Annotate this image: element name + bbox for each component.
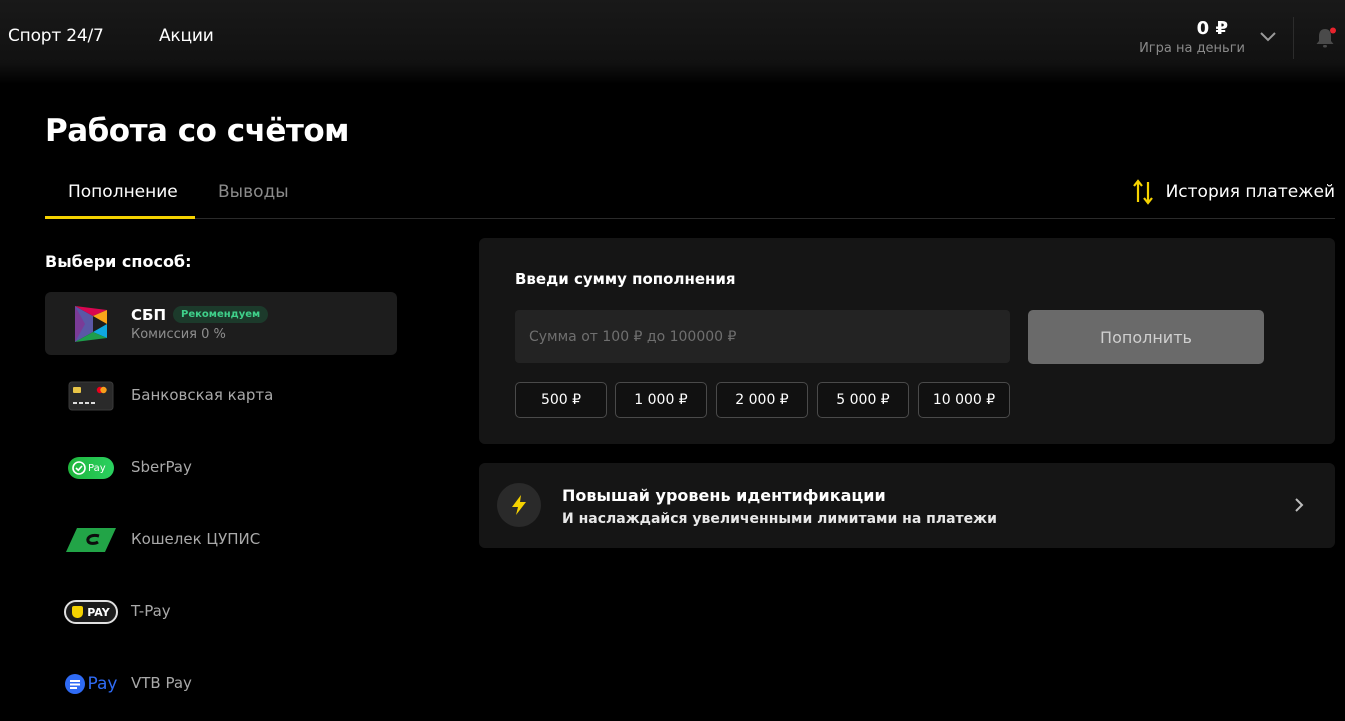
method-label: VTB Pay: [131, 674, 192, 692]
payment-history-link[interactable]: История платежей: [1132, 178, 1335, 206]
active-tab-indicator: [45, 216, 195, 219]
top-bar: Спорт 24/7 Акции 0 ₽ Игра на деньги: [0, 0, 1345, 84]
bell-icon[interactable]: [1313, 26, 1337, 50]
tab-deposit[interactable]: Пополнение: [68, 182, 178, 202]
deposit-card: Введи сумму пополнения Пополнить 500 ₽ 1…: [479, 238, 1335, 444]
preset-amount-button[interactable]: 2 000 ₽: [716, 382, 808, 418]
balance-amount: 0 ₽: [1196, 18, 1228, 39]
nav-sport[interactable]: Спорт 24/7: [8, 26, 104, 46]
nav-promotions[interactable]: Акции: [159, 26, 214, 46]
lightning-icon: [497, 483, 541, 527]
preset-amount-button[interactable]: 5 000 ₽: [817, 382, 909, 418]
tpay-logo-text: PAY: [87, 605, 110, 619]
bank-card-icon: [63, 374, 119, 418]
deposit-title: Введи сумму пополнения: [515, 270, 736, 288]
balance-block[interactable]: 0 ₽ Игра на деньги: [1139, 18, 1245, 58]
method-label: СБП: [131, 306, 166, 324]
page-title: Работа со счётом: [45, 113, 350, 149]
identification-subtitle: И наслаждайся увеличенными лимитами на п…: [562, 511, 997, 527]
method-bank-card[interactable]: Банковская карта: [45, 364, 397, 427]
identification-banner[interactable]: Повышай уровень идентификации И наслажда…: [479, 463, 1335, 548]
tabs-divider: [45, 218, 1335, 219]
sberpay-logo-icon: Pay: [63, 446, 119, 490]
method-label: Кошелек ЦУПИС: [131, 530, 261, 548]
tab-withdrawals[interactable]: Выводы: [218, 182, 289, 202]
preset-amount-button[interactable]: 500 ₽: [515, 382, 607, 418]
chevron-down-icon[interactable]: [1258, 26, 1278, 46]
sbp-logo-icon: [63, 302, 119, 346]
method-section-title: Выбери способ:: [45, 252, 192, 271]
chevron-right-icon: [1295, 498, 1304, 512]
tpay-logo-icon: PAY: [63, 590, 119, 634]
sberpay-logo-text: Pay: [88, 462, 106, 474]
recommended-badge: Рекомендуем: [173, 306, 269, 323]
method-label: Банковская карта: [131, 386, 274, 404]
method-commission: Комиссия 0 %: [131, 327, 226, 342]
amount-input[interactable]: [515, 310, 1010, 363]
method-sberpay[interactable]: Pay SberPay: [45, 436, 397, 499]
cupis-logo-icon: [63, 518, 119, 562]
preset-amount-button[interactable]: 10 000 ₽: [918, 382, 1010, 418]
preset-amount-button[interactable]: 1 000 ₽: [615, 382, 707, 418]
payment-history-label: История платежей: [1165, 182, 1335, 202]
deposit-button[interactable]: Пополнить: [1028, 310, 1264, 364]
method-cupis[interactable]: Кошелек ЦУПИС: [45, 508, 397, 571]
method-label: T-Pay: [131, 602, 171, 620]
method-tpay[interactable]: PAY T-Pay: [45, 580, 397, 643]
swap-arrows-icon: [1132, 179, 1153, 205]
identification-title: Повышай уровень идентификации: [562, 486, 886, 505]
header-divider: [1293, 17, 1294, 59]
method-sbp[interactable]: СБП Рекомендуем Комиссия 0 %: [45, 292, 397, 355]
vtbpay-logo-text: Pay: [87, 674, 118, 694]
vtbpay-logo-icon: Pay: [63, 662, 119, 706]
method-label: SberPay: [131, 458, 192, 476]
method-vtbpay[interactable]: Pay VTB Pay: [45, 652, 397, 715]
balance-label: Игра на деньги: [1139, 41, 1245, 56]
